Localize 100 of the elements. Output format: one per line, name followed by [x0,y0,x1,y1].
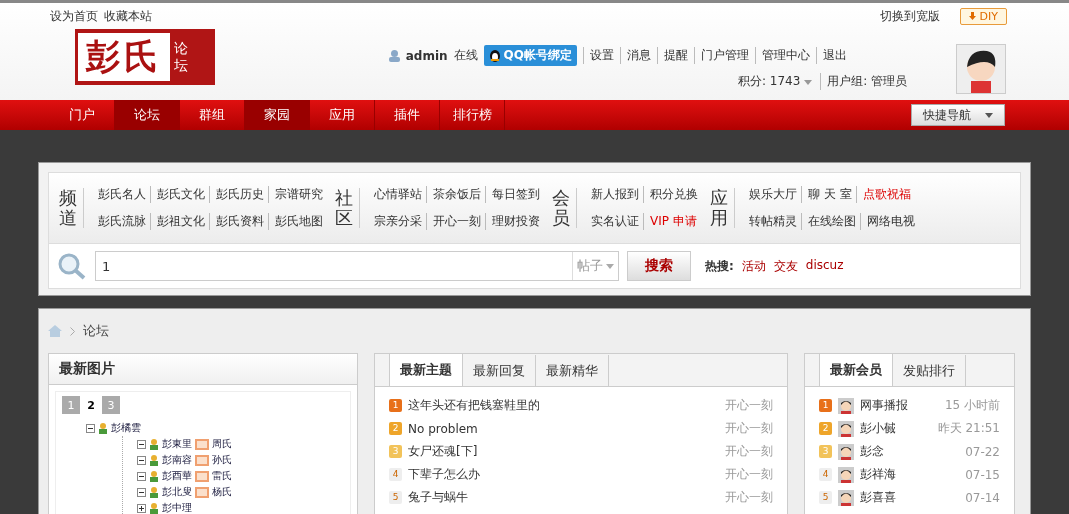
join-time: 07-15 [965,467,1000,482]
person-link[interactable]: 彭中理 [162,501,192,514]
hot-search-label: 热搜: [705,257,734,275]
person-link[interactable]: 彭酉華 [162,469,192,483]
plus-icon[interactable] [137,503,146,513]
spouse-link[interactable]: 雷氏 [212,469,232,483]
channel-link[interactable]: 彭氏资料 [209,213,264,230]
channel-link[interactable]: 转帖精灵 [749,213,797,230]
join-time: 07-22 [965,444,1000,459]
thread-link[interactable]: No problem [408,421,719,436]
user-menu-link[interactable]: 退出 [816,47,847,64]
channel-link[interactable]: 彭氏名人 [98,186,146,203]
channel-link[interactable]: 宗谱研究 [268,186,323,203]
nav-tab[interactable]: 家园 [245,100,310,130]
channel-link[interactable]: 彭氏地图 [268,213,323,230]
member-link[interactable]: 彭小戫 [860,420,932,437]
user-menu-link[interactable]: 门户管理 [694,47,749,64]
channel-link[interactable]: 彭氏流脉 [98,213,146,230]
user-menu-link[interactable]: 设置 [583,47,614,64]
forum-name: 开心一刻 [725,466,773,483]
member-link[interactable]: 彭喜喜 [860,489,960,506]
person-link[interactable]: 彭東里 [162,437,192,451]
join-time: 15 小时前 [944,397,1000,414]
channel-link[interactable]: 开心一刻 [426,213,481,230]
avatar-icon [838,420,854,437]
member-link[interactable]: 彭念 [860,443,960,460]
hot-search-link[interactable]: discuz [805,257,844,275]
minus-icon[interactable] [137,471,146,481]
person-link[interactable]: 彭橘雲 [111,421,141,435]
minus-icon[interactable] [137,439,146,449]
forum-name: 开心一刻 [725,397,773,414]
quick-nav-button[interactable]: 快捷导航 [911,104,1005,126]
hot-search-link[interactable]: 交友 [773,257,798,275]
spouse-link[interactable]: 孙氏 [212,453,232,467]
top-link[interactable]: 收藏本站 [104,8,152,25]
channel-link[interactable]: 彭祖文化 [150,213,205,230]
person-icon [149,502,159,514]
channel-link[interactable]: 理财投资 [485,213,540,230]
person-icon [149,486,159,498]
minus-icon[interactable] [86,423,95,433]
minus-icon[interactable] [137,487,146,497]
rank-badge: 2 [389,422,402,435]
image-icon [195,486,209,498]
channel-link[interactable]: 实名认证 [591,213,639,230]
channel-link[interactable]: 茶余饭后 [426,186,481,203]
user-menu-link[interactable]: 管理中心 [755,47,810,64]
avatar[interactable] [956,44,1006,94]
nav-tab[interactable]: 排行榜 [440,100,505,130]
top-link[interactable]: 设为首页 [50,8,98,25]
image-icon [195,470,209,482]
spouse-link[interactable]: 杨氏 [212,485,232,499]
member-link[interactable]: 彭祥海 [860,466,960,483]
avatar-icon [838,443,854,460]
channel-link[interactable]: 每日签到 [485,186,540,203]
hot-search-link[interactable]: 活动 [741,257,766,275]
tab[interactable]: 最新主题 [389,354,463,386]
tab[interactable]: 最新会员 [819,354,893,386]
tab[interactable]: 最新精华 [536,355,609,386]
widescreen-link[interactable]: 切换到宽版 [880,8,941,25]
breadcrumb-link[interactable]: 论坛 [83,322,109,340]
search-field[interactable]: 1 帖子 [95,251,619,281]
user-menu-link[interactable]: 提醒 [657,47,688,64]
thread-link[interactable]: 兔子与蜗牛 [408,489,719,506]
channel-link[interactable]: 宗亲分采 [374,213,422,230]
thread-link[interactable]: 下辈子怎么办 [408,466,719,483]
tab[interactable]: 最新回复 [463,355,536,386]
person-link[interactable]: 彭南容 [162,453,192,467]
username-link[interactable]: admin [405,48,448,63]
channel-link[interactable]: 网络电视 [860,213,915,230]
minus-icon[interactable] [137,455,146,465]
spouse-link[interactable]: 周氏 [212,437,232,451]
nav-tab[interactable]: 论坛 [115,100,180,130]
rank-badge: 3 [819,445,832,458]
user-menu-link[interactable]: 消息 [620,47,651,64]
points-dropdown[interactable]: 积分: 1743 [737,73,813,90]
channel-link[interactable]: VIP 申请 [643,213,697,230]
channel-link[interactable]: 彭氏历史 [209,186,264,203]
channel-link[interactable]: 聊 天 室 [801,186,852,203]
tab[interactable]: 发贴排行 [893,355,966,386]
nav-tab[interactable]: 插件 [375,100,440,130]
channel-link[interactable]: 在线绘图 [801,213,856,230]
nav-tab[interactable]: 应用 [310,100,375,130]
channel-heading: 社区 [335,188,360,228]
channel-link[interactable]: 心情驿站 [374,186,422,203]
logo-subtext: 论坛 [174,40,189,74]
avatar-icon [838,397,854,414]
person-icon [149,454,159,466]
channel-link[interactable]: 彭氏文化 [150,186,205,203]
channel-link[interactable]: 娱乐大厅 [749,186,797,203]
search-button[interactable]: 搜索 [627,251,691,281]
thread-link[interactable]: 女尸还魂[下] [408,443,719,460]
thread-link[interactable]: 这年头还有把钱塞鞋里的 [408,397,719,414]
rank-badge: 5 [819,491,832,504]
channel-link[interactable]: 积分兑换 [643,186,698,203]
person-icon [98,422,108,434]
channel-link[interactable]: 新人报到 [591,186,639,203]
person-link[interactable]: 彭北叟 [162,485,192,499]
channel-link[interactable]: 点歌祝福 [855,186,911,203]
image-icon [195,438,209,450]
member-link[interactable]: 网事播报 [860,397,939,414]
